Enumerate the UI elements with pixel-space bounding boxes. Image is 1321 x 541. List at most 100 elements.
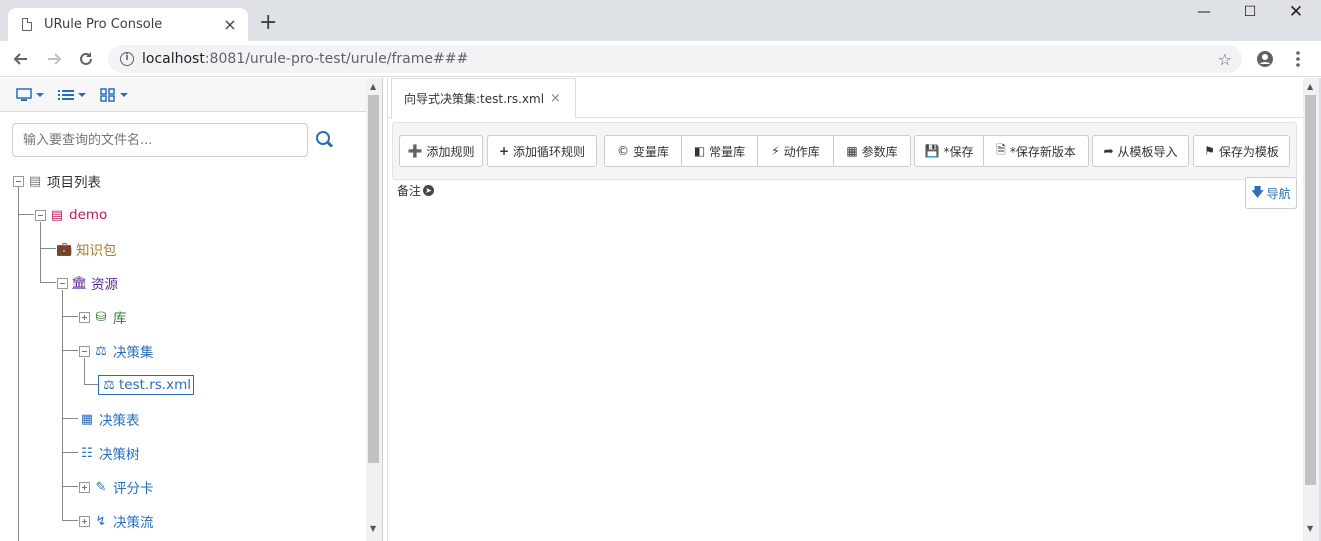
bank-icon: 🏛 bbox=[71, 275, 88, 291]
expand-icon[interactable] bbox=[79, 311, 90, 323]
profile-icon[interactable] bbox=[1253, 47, 1277, 71]
chevron-down-icon bbox=[78, 92, 86, 97]
chevron-down-icon bbox=[36, 92, 44, 97]
tree-item-demo[interactable]: ▤ demo bbox=[35, 205, 107, 225]
back-icon[interactable] bbox=[9, 47, 33, 71]
copyright-icon: © bbox=[616, 144, 629, 158]
expand-icon[interactable] bbox=[79, 515, 90, 527]
list-icon bbox=[58, 89, 74, 100]
new-tab-button[interactable]: + bbox=[259, 12, 277, 34]
search-icon[interactable] bbox=[314, 129, 336, 151]
editor-panel: 向导式决策集:test.rs.xml × ➕ 添加规则 + 添加循环规则 © 变… bbox=[388, 78, 1303, 541]
tree-item-decision-table[interactable]: ▦ 决策表 bbox=[79, 409, 140, 430]
file-search bbox=[12, 123, 352, 157]
flow-icon: ↯ bbox=[95, 513, 107, 529]
action-lib-button[interactable]: ⚡ 动作库 bbox=[757, 135, 834, 167]
plus-circle-icon: ➕ bbox=[407, 144, 423, 158]
save-new-version-button[interactable]: 🗎 *保存新版本 bbox=[983, 135, 1089, 167]
right-scrollbar-thumb[interactable] bbox=[1305, 95, 1316, 485]
collapse-icon[interactable] bbox=[79, 345, 90, 357]
scale-icon: ⚖ bbox=[103, 377, 115, 393]
sitemap-icon: ☷ bbox=[81, 445, 93, 461]
close-window-icon[interactable]: ✕ bbox=[1286, 2, 1306, 22]
save-as-template-button[interactable]: ⚑ 保存为模板 bbox=[1193, 135, 1290, 167]
collapse-icon[interactable] bbox=[13, 175, 24, 187]
tree-item-decision-tree[interactable]: ☷ 决策树 bbox=[79, 443, 139, 464]
browser-toolbar: i localhost :8081/urule-pro-test/urule/f… bbox=[0, 41, 1321, 77]
grid-icon bbox=[100, 87, 115, 102]
reload-icon[interactable] bbox=[74, 47, 98, 71]
desktop-menu-button[interactable] bbox=[16, 87, 44, 102]
maximize-icon[interactable]: ☐ bbox=[1240, 4, 1260, 20]
edit-icon: ✎ bbox=[95, 479, 107, 495]
constant-lib-button[interactable]: ◧ 常量库 bbox=[681, 135, 758, 167]
floppy-icon: 💾 bbox=[924, 144, 940, 158]
minimize-icon[interactable]: — bbox=[1194, 4, 1214, 20]
table-icon: ▦ bbox=[80, 411, 94, 427]
monitor-icon bbox=[16, 87, 32, 101]
address-bar[interactable]: i localhost :8081/urule-pro-test/urule/f… bbox=[108, 45, 1242, 73]
tree-item-test-rs-xml[interactable]: ⚖ test.rs.xml bbox=[98, 375, 194, 395]
tree-item-scorecard[interactable]: ✎ 评分卡 bbox=[79, 477, 154, 497]
remark-toggle[interactable]: 备注 ➤ bbox=[397, 182, 435, 199]
share-arrow-icon: ➦ bbox=[1103, 144, 1114, 158]
expand-icon[interactable] bbox=[79, 481, 90, 493]
left-scrollbar-thumb[interactable] bbox=[368, 95, 379, 463]
page-icon bbox=[22, 18, 32, 31]
tree-root[interactable]: ▤ 项目列表 bbox=[13, 171, 101, 191]
tree-item-library[interactable]: ⛁ 库 bbox=[79, 307, 127, 327]
close-tab-icon[interactable]: × bbox=[550, 91, 561, 106]
editor-toolbar: ➕ 添加规则 + 添加循环规则 © 变量库 ◧ 常量库 ⚡ 动作库 ▦ 参数库 … bbox=[392, 122, 1297, 180]
scroll-down-icon[interactable]: ▼ bbox=[370, 524, 376, 533]
layout-menu-button[interactable] bbox=[100, 87, 128, 102]
right-scrollbar[interactable]: ▲ ▼ bbox=[1303, 78, 1319, 541]
editor-tab-label: 向导式决策集:test.rs.xml bbox=[404, 92, 545, 106]
chevron-down-icon bbox=[120, 92, 128, 97]
file-search-input[interactable] bbox=[12, 123, 308, 157]
collapse-icon[interactable] bbox=[57, 277, 68, 289]
browser-menu-icon[interactable] bbox=[1286, 47, 1310, 71]
nav-button[interactable]: 🡇 导航 bbox=[1245, 177, 1297, 209]
flag-icon: ⚑ bbox=[1204, 144, 1215, 158]
plus-icon: + bbox=[498, 144, 510, 158]
list-box-icon: ▤ bbox=[28, 173, 42, 189]
arrow-right-circle-icon: ➤ bbox=[423, 185, 435, 196]
scale-icon: ⚖ bbox=[95, 343, 107, 359]
scroll-up-icon[interactable]: ▲ bbox=[370, 82, 376, 91]
url-host: localhost bbox=[142, 51, 205, 67]
browser-tab[interactable]: URule Pro Console × bbox=[8, 8, 248, 41]
left-toolbar bbox=[0, 78, 366, 112]
browser-tabstrip: URule Pro Console × + — ☐ ✕ bbox=[0, 0, 1321, 41]
database-icon: ⛁ bbox=[95, 309, 107, 325]
url-path: :8081/urule-pro-test/urule/frame### bbox=[204, 51, 469, 67]
bolt-icon: ⚡ bbox=[771, 144, 780, 158]
forward-icon[interactable] bbox=[42, 47, 66, 71]
collapse-icon[interactable] bbox=[35, 209, 46, 221]
bookmark-star-icon[interactable]: ☆ bbox=[1218, 50, 1232, 69]
add-loop-rule-button[interactable]: + 添加循环规则 bbox=[487, 135, 597, 167]
document-icon: 🗎 bbox=[996, 142, 1006, 157]
import-from-template-button[interactable]: ➦ 从模板导入 bbox=[1092, 135, 1189, 167]
tree-item-knowledge-package[interactable]: 💼 知识包 bbox=[56, 239, 117, 260]
editor-tab[interactable]: 向导式决策集:test.rs.xml × bbox=[391, 78, 576, 119]
tab-close-icon[interactable]: × bbox=[222, 16, 238, 33]
editor-tabbar: 向导式决策集:test.rs.xml × bbox=[388, 78, 1303, 119]
save-button[interactable]: 💾 *保存 bbox=[914, 135, 984, 167]
parameter-lib-button[interactable]: ▦ 参数库 bbox=[833, 135, 911, 167]
project-icon: ▤ bbox=[50, 207, 64, 223]
scroll-up-icon[interactable]: ▲ bbox=[1307, 82, 1313, 91]
tree-item-resources[interactable]: 🏛 资源 bbox=[57, 273, 118, 293]
list-menu-button[interactable] bbox=[58, 88, 86, 102]
tab-title: URule Pro Console bbox=[44, 17, 163, 32]
site-info-icon[interactable]: i bbox=[120, 52, 134, 66]
arrow-down-icon: 🡇 bbox=[1251, 184, 1264, 199]
tree-item-decision-set[interactable]: ⚖ 决策集 bbox=[79, 341, 154, 361]
left-panel: ▤ 项目列表 ▤ demo 💼 知识包 🏛 资源 ⛁ 库 ⚖ 决策集 ⚖ bbox=[0, 78, 366, 541]
briefcase-icon: 💼 bbox=[56, 241, 73, 257]
contrast-icon: ◧ bbox=[693, 144, 706, 158]
scroll-down-icon[interactable]: ▼ bbox=[1307, 524, 1313, 533]
add-rule-button[interactable]: ➕ 添加规则 bbox=[399, 135, 483, 167]
tree-item-decision-flow[interactable]: ↯ 决策流 bbox=[79, 511, 154, 531]
left-scrollbar[interactable]: ▲ ▼ bbox=[366, 78, 382, 541]
variable-lib-button[interactable]: © 变量库 bbox=[604, 135, 682, 167]
